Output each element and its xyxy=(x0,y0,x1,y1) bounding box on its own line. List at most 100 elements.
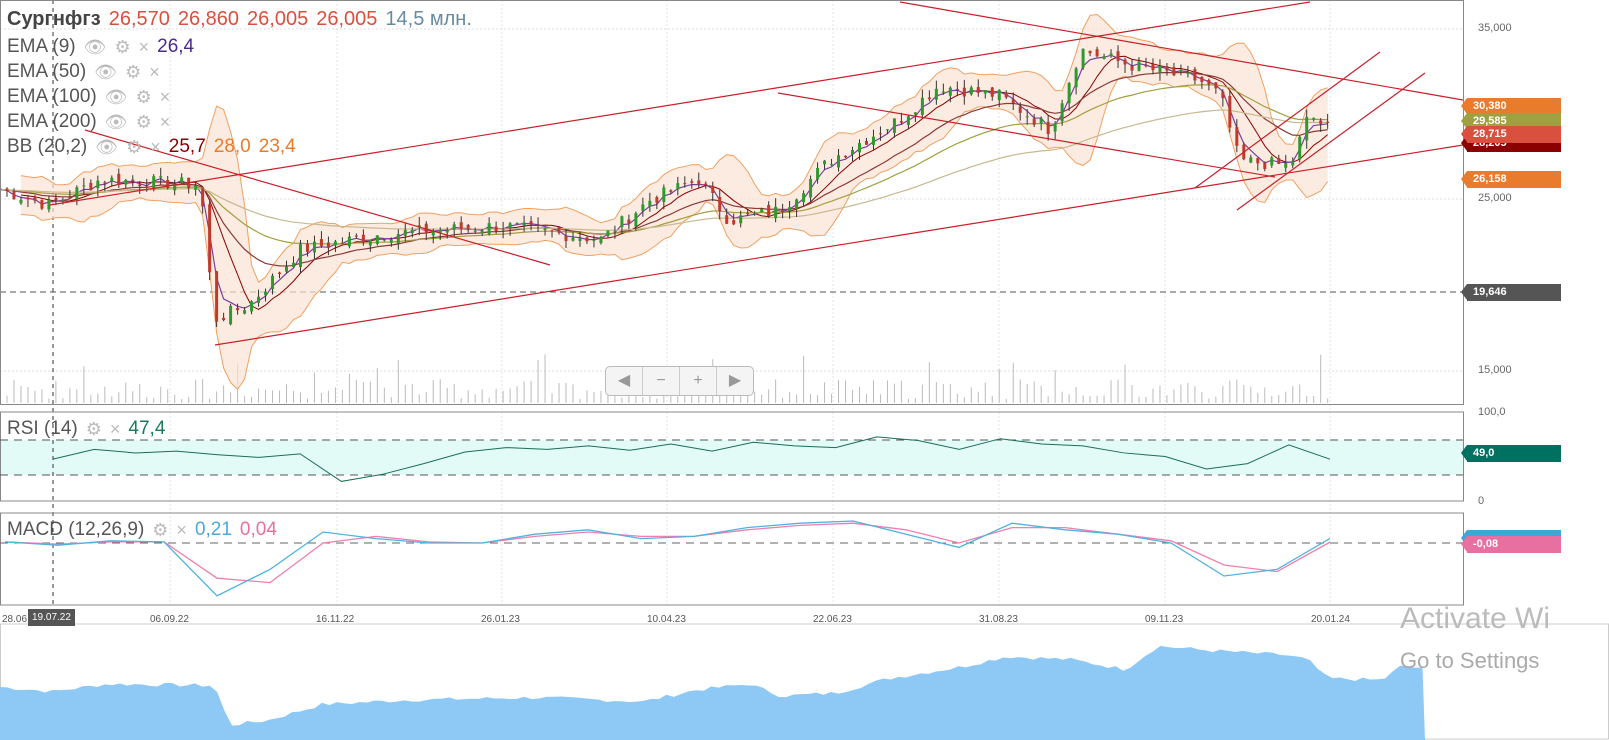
gear-icon[interactable]: ⚙ xyxy=(86,419,102,440)
volume-bar xyxy=(397,360,399,403)
volume-bar xyxy=(1047,396,1049,403)
volume-bar xyxy=(299,392,301,403)
volume-bar xyxy=(244,396,246,403)
volume-bar xyxy=(565,382,567,403)
gear-icon[interactable]: ⚙ xyxy=(136,87,152,108)
volume-bar xyxy=(914,398,916,403)
chart-canvas[interactable] xyxy=(0,0,1609,740)
gear-icon[interactable]: ⚙ xyxy=(152,520,168,541)
candle xyxy=(1032,118,1036,125)
volume-bar xyxy=(118,392,120,403)
volume-bar xyxy=(209,398,211,403)
eye-icon[interactable]: 👁 xyxy=(105,87,128,108)
bb-label: BB (20,2) xyxy=(7,136,88,157)
scroll-right-button[interactable]: ▶ xyxy=(717,367,753,395)
candle xyxy=(117,173,121,186)
volume-bar xyxy=(1187,383,1189,403)
candle xyxy=(557,227,561,233)
ema100-label: EMA (100) xyxy=(7,86,97,107)
volume-bar xyxy=(761,394,763,403)
candle xyxy=(948,87,952,96)
volume-bar xyxy=(621,397,623,403)
ema50-label: EMA (50) xyxy=(7,61,87,82)
candle xyxy=(899,121,903,123)
candle xyxy=(1172,67,1176,76)
volume-bar xyxy=(1026,383,1028,403)
legend-bb: BB (20,2) 👁 ⚙ × 25,7 28,0 23,4 xyxy=(7,136,296,158)
eye-icon[interactable]: 👁 xyxy=(95,137,118,158)
volume-bar xyxy=(292,391,294,403)
volume-bar xyxy=(334,387,336,403)
candle xyxy=(1179,69,1183,72)
volume-bar xyxy=(279,390,281,403)
eye-icon[interactable]: 👁 xyxy=(94,62,117,83)
volume-bar xyxy=(202,379,204,403)
candle xyxy=(354,235,358,237)
volume-bar xyxy=(1166,395,1168,403)
price-tick: 15,000 xyxy=(1478,364,1512,376)
navigator-area[interactable] xyxy=(0,645,1425,740)
candle xyxy=(1060,103,1064,122)
eye-icon[interactable]: 👁 xyxy=(105,112,128,133)
volume-bar xyxy=(188,397,190,403)
candle xyxy=(1256,157,1260,164)
candle xyxy=(1025,116,1029,118)
candle xyxy=(312,241,316,253)
eye-icon[interactable]: 👁 xyxy=(84,37,107,58)
candle xyxy=(1158,66,1162,73)
volume-bar xyxy=(963,397,965,403)
volume-bar xyxy=(355,380,357,403)
volume-bar xyxy=(970,387,972,403)
volume-bar xyxy=(817,395,819,403)
candle xyxy=(823,160,827,165)
candle xyxy=(955,88,959,90)
candle xyxy=(781,209,785,213)
candle xyxy=(264,291,268,296)
candle xyxy=(844,155,848,158)
candle xyxy=(459,222,463,230)
volume-bar xyxy=(991,395,993,403)
gear-icon[interactable]: ⚙ xyxy=(126,137,142,158)
candle xyxy=(906,116,910,125)
volume-bar xyxy=(1313,396,1315,403)
volume-bar xyxy=(223,385,225,403)
close-icon[interactable]: × xyxy=(160,87,171,108)
zoom-out-button[interactable]: − xyxy=(643,367,680,395)
volume-bar xyxy=(348,373,350,403)
candle xyxy=(627,219,631,224)
zoom-in-button[interactable]: + xyxy=(680,367,717,395)
rsi-band xyxy=(0,440,1463,475)
gear-icon[interactable]: ⚙ xyxy=(114,37,130,58)
volume-bar xyxy=(265,389,267,403)
bb-upper-value: 28,0 xyxy=(213,136,251,157)
volume-bar xyxy=(167,389,169,403)
volume-bar xyxy=(1306,395,1308,403)
scroll-left-button[interactable]: ◀ xyxy=(606,367,643,395)
x-tick: 16.11.22 xyxy=(316,614,355,625)
candle xyxy=(746,213,750,215)
candle xyxy=(1039,118,1043,124)
gear-icon[interactable]: ⚙ xyxy=(125,62,141,83)
volume-bar xyxy=(789,392,791,403)
close-icon[interactable]: × xyxy=(139,37,150,58)
volume-bar xyxy=(824,382,826,403)
volume-bar xyxy=(900,380,902,403)
close-icon[interactable]: × xyxy=(150,137,161,158)
volume-bar xyxy=(1271,395,1273,403)
candle xyxy=(1319,120,1323,124)
candle xyxy=(669,190,673,192)
candle xyxy=(760,208,764,213)
candle xyxy=(12,190,16,200)
candle xyxy=(878,133,882,135)
close-icon[interactable]: × xyxy=(110,419,121,440)
volume-bar xyxy=(600,391,602,403)
volume-bar xyxy=(76,389,78,403)
candle xyxy=(508,223,512,228)
volume-bar xyxy=(13,379,15,403)
close-icon[interactable]: × xyxy=(149,62,160,83)
close-icon[interactable]: × xyxy=(160,112,171,133)
volume-bar xyxy=(20,385,22,403)
close-icon[interactable]: × xyxy=(176,520,187,541)
gear-icon[interactable]: ⚙ xyxy=(136,112,152,133)
volume-bar xyxy=(48,398,50,403)
